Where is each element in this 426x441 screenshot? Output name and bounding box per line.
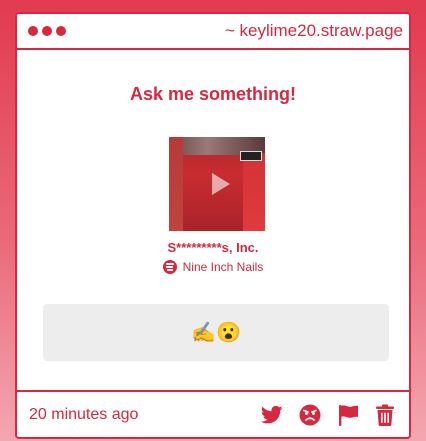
- action-icons: [261, 404, 395, 426]
- spotify-icon: [162, 260, 177, 274]
- play-icon[interactable]: [212, 173, 230, 195]
- answer-emoji: ✍️😮: [191, 322, 241, 344]
- answer-box: ✍️😮: [43, 304, 389, 361]
- angry-face-icon[interactable]: [299, 404, 321, 426]
- window-dots: [28, 26, 66, 36]
- flag-icon[interactable]: [337, 404, 359, 426]
- album-art-detail: [169, 137, 183, 231]
- twitter-icon[interactable]: [261, 405, 283, 425]
- window-titlebar: ~ keylime20.straw.page: [17, 14, 409, 50]
- window-dot: [56, 26, 66, 36]
- album-art-detail: [243, 153, 265, 231]
- album-art-detail: [240, 151, 262, 161]
- card-body: Ask me something! S*********s, Inc. Nine…: [17, 50, 409, 386]
- artist-name: Nine Inch Nails: [182, 260, 264, 274]
- site-url[interactable]: ~ keylime20.straw.page: [225, 21, 403, 41]
- timestamp: 20 minutes ago: [29, 405, 139, 423]
- question-heading: Ask me something!: [129, 84, 297, 104]
- window-dot: [28, 26, 38, 36]
- question-card: ~ keylime20.straw.page Ask me something!…: [15, 12, 411, 439]
- album-art[interactable]: [169, 137, 265, 231]
- window-dot: [42, 26, 52, 36]
- trash-icon[interactable]: [375, 404, 395, 426]
- track-title[interactable]: S*********s, Inc.: [17, 240, 409, 255]
- artist-row[interactable]: Nine Inch Nails: [17, 260, 409, 274]
- card-footer: 20 minutes ago: [17, 390, 409, 437]
